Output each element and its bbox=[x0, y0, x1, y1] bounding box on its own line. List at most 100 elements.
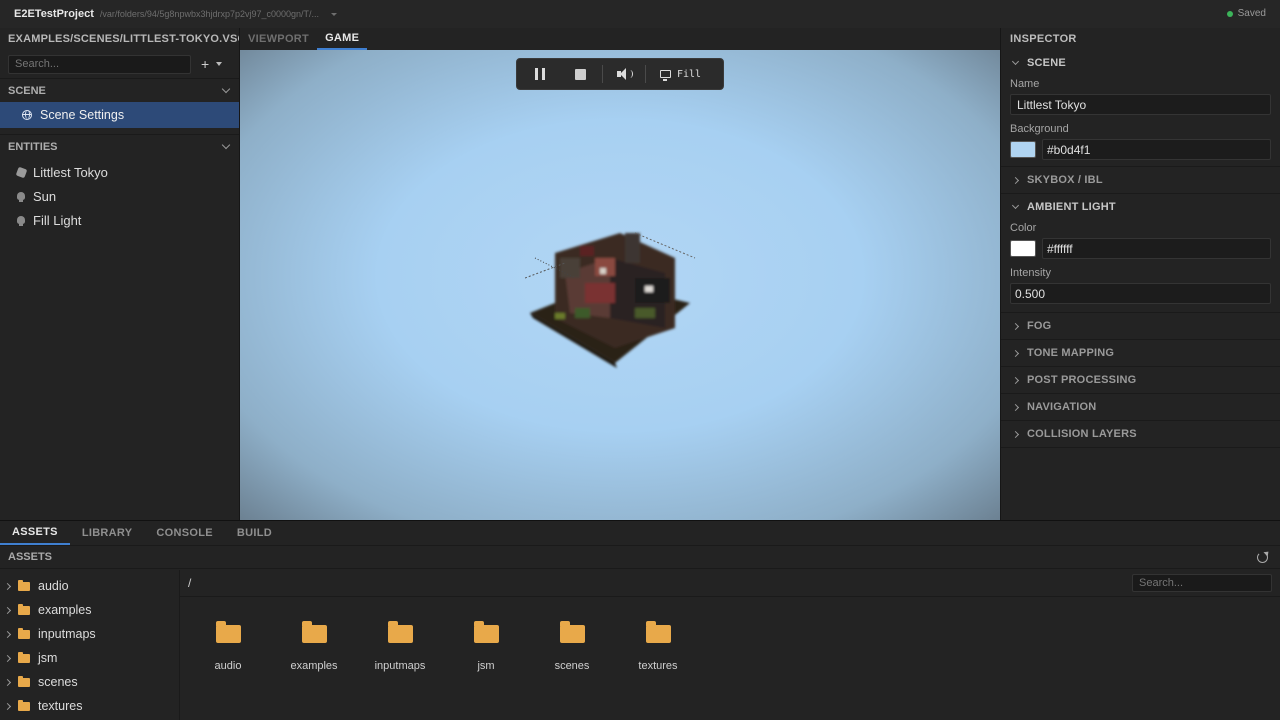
toolbar-divider bbox=[602, 65, 603, 83]
folder-icon bbox=[645, 621, 671, 643]
folder-jsm[interactable]: jsm bbox=[443, 621, 529, 672]
intensity-input[interactable]: 0.500 bbox=[1010, 283, 1271, 304]
tab-viewport[interactable]: VIEWPORT bbox=[240, 28, 317, 50]
tree-folder-scenes[interactable]: scenes bbox=[0, 670, 179, 694]
navigation-header[interactable]: NAVIGATION bbox=[1001, 394, 1280, 420]
hierarchy-panel: EXAMPLES/SCENES/LITTLEST-TOKYO.VSC + SCE… bbox=[0, 28, 240, 520]
ambient-color-input[interactable]: #ffffff bbox=[1042, 238, 1271, 259]
scene-properties-header[interactable]: SCENE bbox=[1001, 50, 1280, 76]
tree-folder-audio[interactable]: audio bbox=[0, 574, 179, 598]
globe-icon bbox=[22, 110, 32, 120]
folder-label: textures bbox=[638, 660, 678, 672]
scene-section-header[interactable]: SCENE bbox=[0, 78, 239, 102]
fog-header[interactable]: FOG bbox=[1001, 313, 1280, 339]
folder-icon bbox=[559, 621, 585, 643]
chevron-right-icon[interactable] bbox=[3, 630, 12, 638]
tab-console[interactable]: CONSOLE bbox=[144, 521, 225, 545]
hierarchy-toolbar: + bbox=[0, 50, 239, 78]
chevron-right-icon bbox=[1011, 322, 1020, 330]
title-bar: E2ETestProject /var/folders/94/5g8npwbx3… bbox=[0, 0, 1280, 28]
tree-folder-textures[interactable]: textures bbox=[0, 694, 179, 718]
game-view[interactable]: Fill bbox=[240, 50, 1000, 520]
tree-folder-jsm[interactable]: jsm bbox=[0, 646, 179, 670]
chevron-right-icon bbox=[1011, 430, 1020, 438]
assets-header: ASSETS bbox=[0, 546, 1280, 569]
folder-icon bbox=[18, 651, 30, 663]
section-label: POST PROCESSING bbox=[1027, 374, 1137, 386]
entities-section-header[interactable]: ENTITIES bbox=[0, 134, 239, 158]
tree-folder-label: jsm bbox=[38, 651, 58, 665]
chevron-down-icon bbox=[216, 62, 223, 66]
folder-label: scenes bbox=[554, 660, 590, 672]
folder-icon bbox=[301, 621, 327, 643]
folder-icon bbox=[18, 675, 30, 687]
section-label: AMBIENT LIGHT bbox=[1027, 201, 1116, 213]
refresh-icon[interactable] bbox=[1257, 551, 1268, 563]
tab-build[interactable]: BUILD bbox=[225, 521, 284, 545]
folder-label: audio bbox=[214, 660, 242, 672]
toolbar-divider bbox=[645, 65, 646, 83]
tree-folder-examples[interactable]: examples bbox=[0, 598, 179, 622]
pause-icon[interactable] bbox=[535, 68, 545, 80]
section-label: TONE MAPPING bbox=[1027, 347, 1115, 359]
entity-sun[interactable]: Sun bbox=[0, 184, 239, 208]
chevron-down-icon bbox=[221, 84, 231, 94]
ambient-color-swatch[interactable] bbox=[1010, 240, 1036, 257]
volume-icon[interactable] bbox=[617, 68, 633, 80]
color-label: Color bbox=[1010, 222, 1037, 234]
folder-label: jsm bbox=[477, 660, 495, 672]
asset-folder-tree: audio examples inputmaps jsm scenes text… bbox=[0, 570, 180, 720]
scene-settings-item[interactable]: Scene Settings bbox=[0, 102, 239, 128]
save-status: Saved bbox=[1226, 8, 1266, 19]
chevron-right-icon[interactable] bbox=[3, 702, 12, 710]
folder-scenes[interactable]: scenes bbox=[529, 621, 615, 672]
section-label: SKYBOX / IBL bbox=[1027, 174, 1103, 186]
folder-inputmaps[interactable]: inputmaps bbox=[357, 621, 443, 672]
background-color-swatch[interactable] bbox=[1010, 141, 1036, 158]
scene-file-title: EXAMPLES/SCENES/LITTLEST-TOKYO.VSC bbox=[8, 33, 239, 45]
hierarchy-search-input[interactable] bbox=[8, 54, 191, 74]
tab-game[interactable]: GAME bbox=[317, 28, 368, 50]
background-label: Background bbox=[1010, 123, 1069, 135]
tree-folder-inputmaps[interactable]: inputmaps bbox=[0, 622, 179, 646]
entity-littlest-tokyo[interactable]: Littlest Tokyo bbox=[0, 160, 239, 184]
post-processing-header[interactable]: POST PROCESSING bbox=[1001, 367, 1280, 393]
mesh-icon bbox=[15, 166, 28, 178]
collision-layers-section: COLLISION LAYERS bbox=[1001, 421, 1280, 448]
skybox-section: SKYBOX / IBL bbox=[1001, 167, 1280, 194]
tone-mapping-header[interactable]: TONE MAPPING bbox=[1001, 340, 1280, 366]
fill-mode-button[interactable]: Fill bbox=[660, 69, 701, 81]
folder-audio[interactable]: audio bbox=[185, 621, 271, 672]
scene-section-label: SCENE bbox=[8, 84, 46, 97]
section-label: FOG bbox=[1027, 320, 1052, 332]
skybox-header[interactable]: SKYBOX / IBL bbox=[1001, 167, 1280, 193]
asset-grid: audio examples inputmaps jsm scenes text… bbox=[180, 597, 1280, 672]
entity-list: Littlest Tokyo Sun Fill Light bbox=[0, 158, 239, 232]
chevron-right-icon[interactable] bbox=[3, 606, 12, 614]
scene-name-input[interactable]: Littlest Tokyo bbox=[1010, 94, 1271, 115]
asset-browser: / audio examples inputmaps jsm scen bbox=[180, 570, 1280, 720]
add-entity-button[interactable]: + bbox=[201, 56, 223, 72]
chevron-right-icon bbox=[1011, 403, 1020, 411]
stop-icon[interactable] bbox=[575, 68, 586, 80]
scene-settings-label: Scene Settings bbox=[40, 108, 125, 122]
tab-assets[interactable]: ASSETS bbox=[0, 521, 70, 545]
folder-icon bbox=[387, 621, 413, 643]
background-color-input[interactable]: #b0d4f1 bbox=[1042, 139, 1271, 160]
littlest-tokyo-model bbox=[525, 232, 696, 368]
project-path[interactable]: /var/folders/94/5g8npwbx3hjdrxp7p2vj97_c… bbox=[100, 9, 319, 19]
tab-library[interactable]: LIBRARY bbox=[70, 521, 145, 545]
asset-search-input[interactable] bbox=[1132, 574, 1272, 592]
path-dropdown-icon[interactable] bbox=[331, 12, 338, 16]
ambient-light-header[interactable]: AMBIENT LIGHT bbox=[1001, 194, 1280, 220]
folder-examples[interactable]: examples bbox=[271, 621, 357, 672]
folder-textures[interactable]: textures bbox=[615, 621, 701, 672]
entity-fill-light[interactable]: Fill Light bbox=[0, 208, 239, 232]
entity-label: Littlest Tokyo bbox=[33, 164, 108, 180]
chevron-right-icon[interactable] bbox=[3, 582, 12, 590]
folder-label: inputmaps bbox=[374, 660, 426, 672]
breadcrumb[interactable]: / bbox=[188, 576, 191, 590]
chevron-right-icon[interactable] bbox=[3, 678, 12, 686]
chevron-right-icon[interactable] bbox=[3, 654, 12, 662]
collision-layers-header[interactable]: COLLISION LAYERS bbox=[1001, 421, 1280, 447]
